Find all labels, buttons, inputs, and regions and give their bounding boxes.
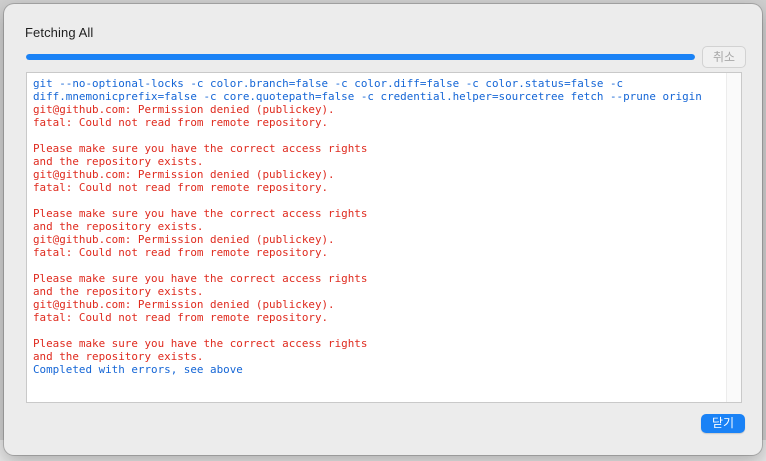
log-line: git@github.com: Permission denied (publi… [33,233,335,246]
fetch-dialog: Fetching All 취소 git --no-optional-locks … [4,4,762,455]
progress-bar [26,54,695,60]
log-line: and the repository exists. [33,285,204,298]
log-line: and the repository exists. [33,350,204,363]
dialog-title: Fetching All [25,25,94,40]
log-line: and the repository exists. [33,155,204,168]
log-line: Please make sure you have the correct ac… [33,207,368,220]
log-line: git@github.com: Permission denied (publi… [33,168,335,181]
output-log-scrollbar[interactable] [726,73,741,402]
output-log[interactable]: git --no-optional-locks -c color.branch=… [26,72,742,403]
log-line: Completed with errors, see above [33,363,243,376]
output-log-text: git --no-optional-locks -c color.branch=… [33,77,723,376]
log-line: and the repository exists. [33,220,204,233]
log-line: git@github.com: Permission denied (publi… [33,298,335,311]
log-line: fatal: Could not read from remote reposi… [33,181,329,194]
close-button[interactable]: 닫기 [701,414,745,433]
log-line: git --no-optional-locks -c color.branch=… [33,77,624,90]
log-line: Please make sure you have the correct ac… [33,142,368,155]
log-line: fatal: Could not read from remote reposi… [33,116,329,129]
log-line: Please make sure you have the correct ac… [33,272,368,285]
log-line: diff.mnemonicprefix=false -c core.quotep… [33,90,702,103]
cancel-button[interactable]: 취소 [702,46,746,68]
log-line: fatal: Could not read from remote reposi… [33,311,329,324]
log-line: fatal: Could not read from remote reposi… [33,246,329,259]
log-line: git@github.com: Permission denied (publi… [33,103,335,116]
log-line: Please make sure you have the correct ac… [33,337,368,350]
progress-bar-fill [26,54,695,60]
